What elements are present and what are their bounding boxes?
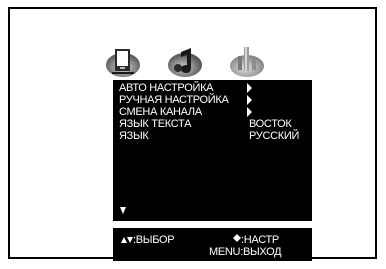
help-select: :ВЫБОР bbox=[121, 234, 175, 246]
menu-item-auto-tuning[interactable]: АВТО НАСТРОЙКА bbox=[119, 82, 309, 94]
menu-item-label: ЯЗЫК bbox=[119, 130, 149, 142]
help-select-label: :ВЫБОР bbox=[133, 234, 175, 246]
submenu-arrow-icon bbox=[247, 107, 252, 117]
scroll-down-icon bbox=[120, 207, 126, 214]
menu-item-label: РУЧНАЯ НАСТРОЙКА bbox=[119, 94, 229, 106]
submenu-arrow-icon bbox=[247, 95, 252, 105]
menu-item-label: СМЕНА КАНАЛА bbox=[119, 106, 202, 118]
help-adjust: :НАСТР bbox=[233, 234, 279, 246]
menu-item-language[interactable]: ЯЗЫК РУССКИЙ bbox=[119, 130, 309, 142]
sound-note-icon[interactable] bbox=[167, 46, 203, 78]
help-adjust-label: :НАСТР bbox=[241, 234, 279, 246]
submenu-arrow-icon bbox=[247, 83, 252, 93]
menu-item-label: ЯЗЫК ТЕКСТА bbox=[119, 118, 192, 130]
help-exit: MENU:ВЫХОД bbox=[209, 246, 282, 258]
menu-item-value: РУССКИЙ bbox=[249, 130, 300, 142]
menu-panel: АВТО НАСТРОЙКА РУЧНАЯ НАСТРОЙКА СМЕНА КА… bbox=[113, 80, 312, 221]
menu-item-manual-tuning[interactable]: РУЧНАЯ НАСТРОЙКА bbox=[119, 94, 309, 106]
menu-item-label: АВТО НАСТРОЙКА bbox=[119, 82, 214, 94]
menu-item-text-language[interactable]: ЯЗЫК ТЕКСТА ВОСТОК bbox=[119, 118, 309, 130]
menu-item-channel-swap[interactable]: СМЕНА КАНАЛА bbox=[119, 106, 309, 118]
help-exit-label: MENU:ВЫХОД bbox=[209, 246, 282, 258]
menu-item-value: ВОСТОК bbox=[249, 118, 292, 130]
help-bar: :ВЫБОР :НАСТР MENU:ВЫХОД bbox=[113, 228, 312, 261]
tv-picture-icon[interactable] bbox=[105, 46, 141, 78]
settings-tools-icon[interactable] bbox=[229, 46, 265, 78]
tv-screen-frame: АВТО НАСТРОЙКА РУЧНАЯ НАСТРОЙКА СМЕНА КА… bbox=[8, 7, 377, 261]
